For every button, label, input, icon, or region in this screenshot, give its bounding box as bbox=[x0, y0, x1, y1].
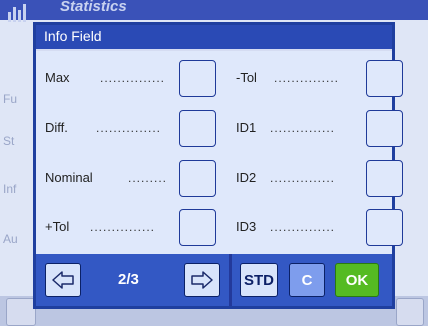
dotted-leader: ............... bbox=[100, 71, 166, 85]
field-label-id2: ID2 bbox=[236, 170, 257, 185]
ok-button[interactable]: OK bbox=[335, 263, 379, 297]
dialog-title: Info Field bbox=[44, 28, 102, 44]
dotted-leader: ............... bbox=[96, 121, 162, 135]
previous-page-button[interactable] bbox=[45, 263, 81, 297]
dotted-leader: ............... bbox=[270, 220, 336, 234]
checkbox-id1[interactable] bbox=[366, 110, 403, 147]
dotted-leader: ......... bbox=[128, 171, 168, 185]
field-label-id3: ID3 bbox=[236, 219, 257, 234]
clear-button[interactable]: C bbox=[289, 263, 325, 297]
checkbox-plus-tol[interactable] bbox=[179, 209, 216, 246]
balance-logo-icon bbox=[8, 4, 26, 22]
field-label-minus-tol: -Tol bbox=[236, 70, 257, 85]
background-title: Statistics bbox=[60, 0, 127, 15]
checkbox-minus-tol[interactable] bbox=[366, 60, 403, 97]
footer-separator bbox=[229, 254, 232, 306]
info-field-dialog: Info Field Max ............... Diff. ...… bbox=[33, 22, 403, 309]
checkbox-diff[interactable] bbox=[179, 110, 216, 147]
dotted-leader: ............... bbox=[274, 71, 340, 85]
background-title-bar: Statistics bbox=[0, 0, 428, 22]
arrow-left-icon bbox=[52, 271, 74, 289]
dotted-leader: ............... bbox=[270, 121, 336, 135]
checkbox-id3[interactable] bbox=[366, 209, 403, 246]
background-button bbox=[396, 298, 424, 326]
checkbox-id2[interactable] bbox=[366, 160, 403, 197]
field-label-nominal: Nominal bbox=[45, 170, 93, 185]
arrow-right-icon bbox=[191, 271, 213, 289]
std-button[interactable]: STD bbox=[240, 263, 278, 297]
dialog-title-bar: Info Field bbox=[36, 25, 392, 51]
dotted-leader: ............... bbox=[90, 220, 156, 234]
field-label-id1: ID1 bbox=[236, 120, 257, 135]
page-indicator: 2/3 bbox=[118, 271, 139, 288]
next-page-button[interactable] bbox=[184, 263, 220, 297]
field-label-plus-tol: +Tol bbox=[45, 219, 70, 234]
checkbox-nominal[interactable] bbox=[179, 160, 216, 197]
background-back-button bbox=[6, 298, 36, 326]
field-label-max: Max bbox=[45, 70, 70, 85]
checkbox-max[interactable] bbox=[179, 60, 216, 97]
dotted-leader: ............... bbox=[270, 171, 336, 185]
dialog-footer: 2/3 STD C OK bbox=[36, 254, 392, 306]
field-label-diff: Diff. bbox=[45, 120, 68, 135]
